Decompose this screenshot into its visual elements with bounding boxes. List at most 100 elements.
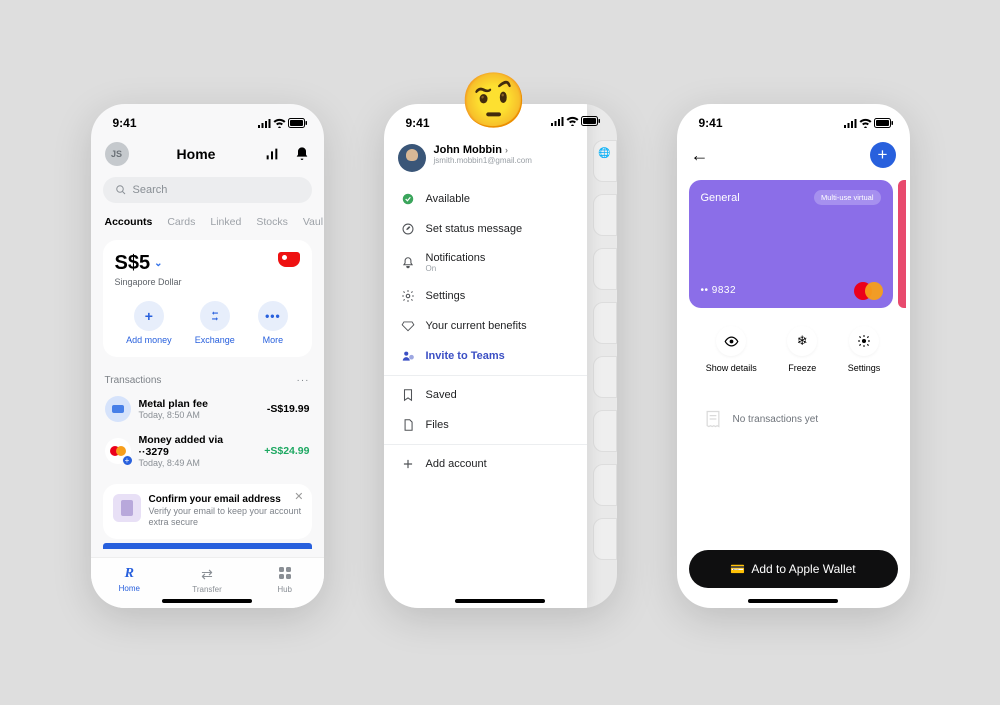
screen-menu: 🌐 9:41 John Mobbin › jsmith.mobbin1@gmai… bbox=[384, 104, 617, 608]
status-icons bbox=[843, 118, 894, 128]
search-icon bbox=[115, 184, 127, 196]
tab-linked[interactable]: Linked bbox=[210, 216, 241, 228]
page-title: Home bbox=[177, 146, 216, 162]
status-time: 9:41 bbox=[406, 116, 430, 130]
search-input[interactable]: Search bbox=[103, 177, 312, 203]
plus-icon: + bbox=[134, 301, 164, 331]
envelope-icon bbox=[113, 494, 141, 522]
check-circle-icon bbox=[400, 192, 416, 206]
card-badge: Multi-use virtual bbox=[814, 190, 881, 205]
mastercard-icon bbox=[854, 282, 883, 300]
flag-sg-icon bbox=[278, 252, 300, 267]
more-icon[interactable]: ··· bbox=[297, 375, 310, 386]
menu-status[interactable]: Set status message bbox=[384, 214, 587, 244]
status-icons bbox=[257, 118, 308, 128]
card-icon bbox=[105, 396, 131, 422]
avatar bbox=[398, 144, 426, 172]
separator bbox=[384, 375, 587, 376]
eye-icon bbox=[716, 326, 746, 356]
nav-transfer[interactable]: ⇄ Transfer bbox=[168, 566, 246, 594]
menu-notifications[interactable]: NotificationsOn bbox=[384, 244, 587, 281]
side-panel: 9:41 John Mobbin › jsmith.mobbin1@gmail.… bbox=[384, 104, 587, 608]
status-time: 9:41 bbox=[113, 116, 137, 130]
home-indicator bbox=[162, 599, 252, 603]
transactions-header: Transactions ··· bbox=[91, 365, 324, 390]
transaction-row[interactable]: + Money added via ··3279 Today, 8:49 AM … bbox=[103, 428, 312, 474]
menu-settings[interactable]: Settings bbox=[384, 281, 587, 311]
transaction-row[interactable]: Metal plan fee Today, 8:50 AM -S$19.99 bbox=[103, 390, 312, 428]
no-transactions-card: No transactions yet bbox=[689, 393, 898, 445]
status-bar-right bbox=[538, 104, 613, 132]
bookmark-icon bbox=[400, 388, 416, 402]
separator bbox=[384, 444, 587, 445]
status-bar: 9:41 bbox=[677, 104, 910, 136]
diamond-icon bbox=[400, 319, 416, 333]
confirm-email-banner[interactable]: Confirm your email address Verify your e… bbox=[103, 484, 312, 539]
exchange-button[interactable]: Exchange bbox=[195, 301, 235, 345]
tab-cards[interactable]: Cards bbox=[167, 216, 195, 228]
raised-eyebrow-emoji: 🤨 bbox=[460, 70, 527, 133]
menu-available[interactable]: Available bbox=[384, 184, 587, 214]
show-details-button[interactable]: Show details bbox=[706, 326, 757, 373]
home-icon: R bbox=[125, 566, 134, 582]
avatar[interactable]: JS bbox=[105, 142, 129, 166]
receipt-icon bbox=[703, 409, 723, 429]
snowflake-icon: ❄ bbox=[787, 326, 817, 356]
tab-stocks[interactable]: Stocks bbox=[256, 216, 288, 228]
add-money-button[interactable]: + Add money bbox=[126, 301, 172, 345]
freeze-button[interactable]: ❄ Freeze bbox=[787, 326, 817, 373]
menu-saved[interactable]: Saved bbox=[384, 380, 587, 410]
home-indicator bbox=[748, 599, 838, 603]
screen-home: 9:41 JS Home Search Accounts Cards Linke… bbox=[91, 104, 324, 608]
next-card-peek[interactable] bbox=[898, 180, 906, 308]
nav-hub[interactable]: Hub bbox=[246, 566, 324, 594]
tab-vaults[interactable]: Vaul bbox=[303, 216, 323, 228]
signal-icon bbox=[257, 118, 271, 128]
gear-icon bbox=[849, 326, 879, 356]
globe-icon: 🌐 bbox=[598, 148, 610, 159]
chevron-right-icon: › bbox=[505, 145, 508, 155]
add-button[interactable]: + bbox=[870, 142, 896, 168]
bell-icon bbox=[400, 256, 416, 270]
bell-icon[interactable] bbox=[294, 146, 310, 162]
exchange-icon bbox=[200, 301, 230, 331]
mastercard-icon: + bbox=[105, 438, 131, 464]
profile-row[interactable]: John Mobbin › jsmith.mobbin1@gmail.com bbox=[384, 136, 587, 182]
status-bar: 9:41 bbox=[91, 104, 324, 136]
people-add-icon bbox=[400, 349, 416, 363]
balance-card: S$5 ⌄ Singapore Dollar + Add money Excha… bbox=[103, 240, 312, 357]
tab-accounts[interactable]: Accounts bbox=[105, 216, 153, 228]
plus-badge-icon: + bbox=[122, 455, 133, 466]
screen-card-detail: 9:41 ← + General Multi-use virtual •• 98… bbox=[677, 104, 910, 608]
battery-icon bbox=[288, 118, 308, 128]
menu-invite[interactable]: Invite to Teams bbox=[384, 341, 587, 371]
transaction-amount: +S$24.99 bbox=[264, 445, 309, 457]
home-indicator bbox=[455, 599, 545, 603]
close-icon[interactable]: ✕ bbox=[294, 490, 303, 503]
card-name: General bbox=[701, 192, 740, 204]
balance-currency: Singapore Dollar bbox=[115, 277, 182, 287]
more-button[interactable]: ••• More bbox=[258, 301, 288, 345]
transaction-amount: -S$19.99 bbox=[267, 403, 310, 415]
cards-carousel[interactable]: General Multi-use virtual •• 9832 bbox=[677, 174, 910, 308]
edit-icon bbox=[400, 222, 416, 236]
add-to-wallet-button[interactable]: 💳 Add to Apple Wallet bbox=[689, 550, 898, 588]
grid-icon bbox=[278, 566, 292, 583]
balance-amount[interactable]: S$5 ⌄ bbox=[115, 252, 182, 275]
more-icon: ••• bbox=[258, 301, 288, 331]
card-number: •• 9832 bbox=[701, 285, 737, 296]
back-button[interactable]: ← bbox=[691, 145, 709, 166]
status-time: 9:41 bbox=[699, 116, 723, 130]
cta-bar[interactable] bbox=[103, 543, 312, 549]
card-settings-button[interactable]: Settings bbox=[848, 326, 881, 373]
background-cards bbox=[593, 140, 617, 600]
menu-files[interactable]: Files bbox=[384, 410, 587, 440]
chevron-down-icon: ⌄ bbox=[154, 258, 162, 269]
plus-icon bbox=[400, 457, 416, 471]
chart-icon[interactable] bbox=[264, 146, 280, 162]
nav-home[interactable]: R Home bbox=[91, 566, 169, 594]
profile-email: jsmith.mobbin1@gmail.com bbox=[434, 156, 532, 165]
menu-add-account[interactable]: Add account bbox=[384, 449, 587, 479]
credit-card[interactable]: General Multi-use virtual •• 9832 bbox=[689, 180, 893, 308]
menu-benefits[interactable]: Your current benefits bbox=[384, 311, 587, 341]
